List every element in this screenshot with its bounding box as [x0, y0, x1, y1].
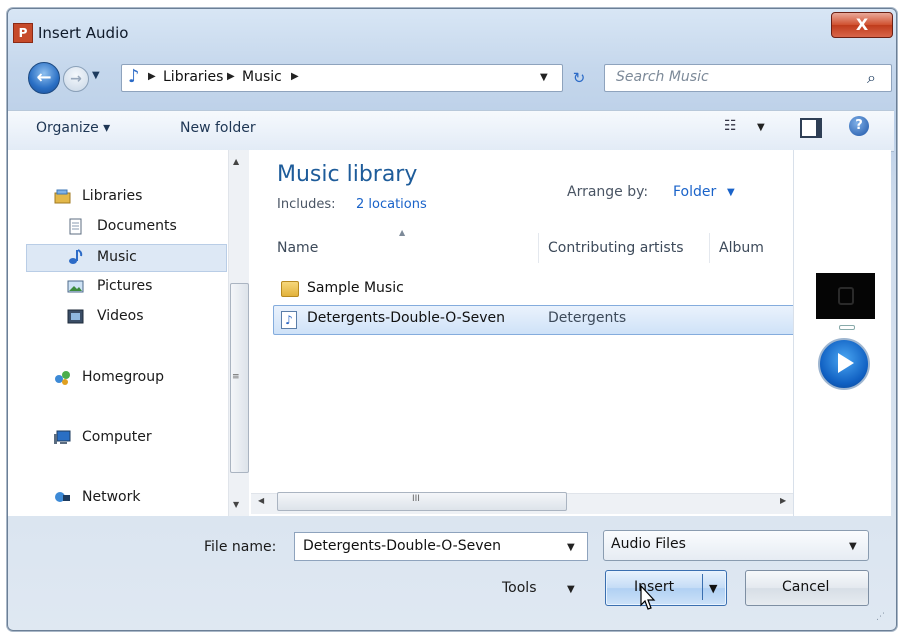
address-dropdown-icon[interactable]: ▼ — [540, 72, 548, 83]
breadcrumb-separator-icon[interactable]: ▶ — [148, 71, 156, 82]
recent-pages-dropdown-icon[interactable]: ▼ — [92, 70, 100, 81]
audio-file-icon: ♪ — [281, 311, 297, 329]
file-name-value[interactable]: Detergents-Double-O-Seven — [303, 538, 501, 554]
libraries-icon — [54, 189, 71, 204]
window-title: Insert Audio — [38, 24, 129, 42]
change-view-icon[interactable]: ☷ — [724, 118, 737, 134]
sidebar-item-network[interactable]: Network — [82, 485, 140, 509]
sidebar-item-pictures[interactable]: Pictures — [97, 274, 152, 298]
sidebar-item-libraries[interactable]: Libraries — [82, 184, 142, 208]
file-name[interactable]: Sample Music — [307, 280, 404, 296]
scroll-left-icon[interactable]: ◀ — [258, 496, 264, 505]
back-button[interactable]: ← — [28, 62, 60, 94]
column-divider[interactable] — [538, 233, 539, 263]
sidebar-item-computer[interactable]: Computer — [82, 425, 152, 449]
preview-pane — [793, 150, 891, 516]
close-button[interactable]: X — [831, 12, 893, 38]
column-header-album[interactable]: Album — [719, 240, 764, 256]
insert-split-divider — [702, 574, 703, 600]
horizontal-scrollbar-thumb[interactable] — [277, 492, 567, 511]
preview-pane-icon[interactable] — [800, 118, 822, 138]
scroll-up-icon[interactable]: ▲ — [233, 157, 239, 166]
search-icon[interactable]: ⌕ — [867, 68, 876, 88]
breadcrumb-separator-icon[interactable]: ▶ — [291, 71, 299, 82]
arrange-by-caret-icon[interactable]: ▼ — [727, 187, 735, 198]
breadcrumb-separator-icon[interactable]: ▶ — [227, 71, 235, 82]
computer-icon — [54, 430, 71, 444]
sidebar-item-documents[interactable]: Documents — [97, 214, 177, 238]
help-icon[interactable]: ? — [849, 116, 869, 136]
column-header-name[interactable]: Name — [277, 240, 318, 256]
search-placeholder[interactable]: Search Music — [616, 69, 709, 85]
new-folder-button[interactable]: New folder — [180, 120, 256, 136]
scrollbar-grip-icon: ≡ — [232, 372, 240, 382]
library-title: Music library — [277, 162, 418, 187]
arrange-by-dropdown[interactable]: Folder — [673, 184, 716, 200]
view-options-caret-icon[interactable]: ▼ — [757, 122, 765, 133]
refresh-icon[interactable]: ↻ — [563, 64, 595, 92]
organize-button[interactable]: Organize ▾ — [36, 120, 110, 136]
cancel-button-label[interactable]: Cancel — [782, 579, 829, 595]
file-type-value[interactable]: Audio Files — [611, 536, 686, 552]
tools-button[interactable]: Tools — [502, 580, 537, 596]
library-includes-label: Includes: — [277, 197, 336, 212]
column-header-artists[interactable]: Contributing artists — [548, 240, 684, 256]
file-artist[interactable]: Detergents — [548, 310, 626, 326]
homegroup-icon — [55, 371, 70, 385]
media-logo-icon — [838, 287, 854, 305]
file-name[interactable]: Detergents-Double-O-Seven — [307, 310, 505, 326]
play-icon[interactable] — [818, 338, 870, 390]
insert-options-dropdown-icon[interactable]: ▼ — [709, 582, 717, 595]
library-locations-link[interactable]: 2 locations — [356, 197, 427, 212]
network-icon — [55, 492, 70, 502]
videos-icon — [67, 309, 84, 324]
file-name-label: File name: — [204, 539, 277, 555]
file-type-dropdown-icon[interactable]: ▼ — [849, 541, 857, 552]
music-note-icon: ♪ — [128, 66, 140, 87]
documents-icon — [69, 218, 82, 235]
forward-button[interactable]: → — [63, 66, 89, 92]
music-icon — [69, 249, 83, 264]
powerpoint-icon: P — [13, 23, 33, 43]
scroll-right-icon[interactable]: ▶ — [780, 496, 786, 505]
sidebar-item-homegroup[interactable]: Homegroup — [82, 365, 164, 389]
mouse-pointer-icon — [640, 585, 656, 610]
resize-grip-icon[interactable]: ⋰ — [876, 612, 885, 622]
sort-ascending-icon: ▲ — [399, 228, 406, 237]
tools-dropdown-icon[interactable]: ▼ — [567, 584, 575, 595]
media-progress-icon — [839, 325, 855, 330]
column-divider[interactable] — [709, 233, 710, 263]
sidebar-item-music[interactable]: Music — [97, 245, 137, 269]
file-name-dropdown-icon[interactable]: ▼ — [567, 542, 575, 553]
scrollbar-grip-icon: III — [412, 494, 420, 504]
arrange-by-label: Arrange by: — [567, 184, 649, 200]
pictures-icon — [67, 280, 84, 293]
breadcrumb-music[interactable]: Music — [242, 69, 282, 85]
scroll-down-icon[interactable]: ▼ — [233, 500, 239, 509]
folder-icon — [281, 281, 299, 297]
sidebar-item-videos[interactable]: Videos — [97, 304, 144, 328]
breadcrumb-libraries[interactable]: Libraries — [163, 69, 223, 85]
